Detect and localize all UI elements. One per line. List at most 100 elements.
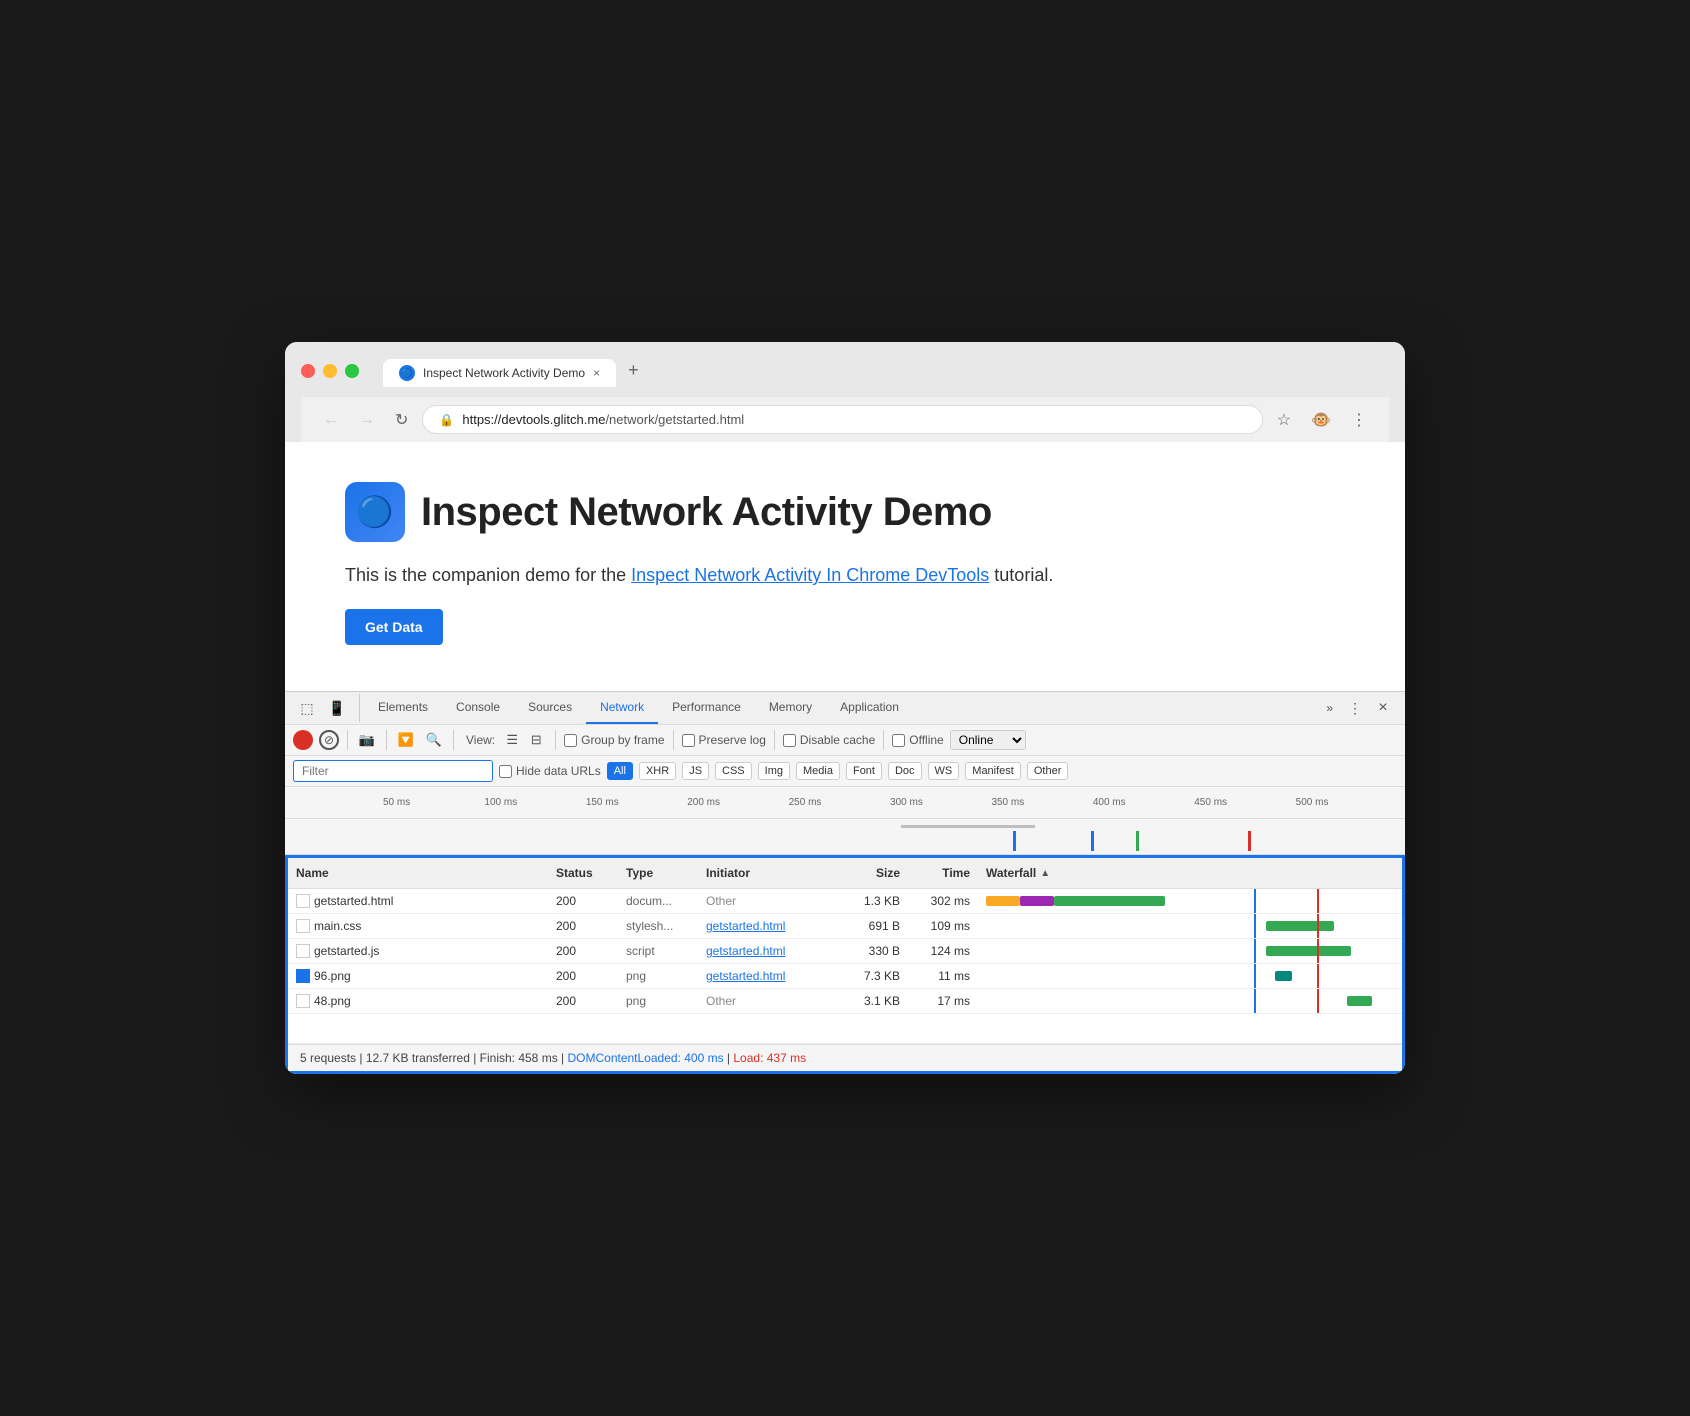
- devtools-close-button[interactable]: ×: [1369, 694, 1397, 722]
- throttle-select[interactable]: Online Fast 3G Slow 3G Offline: [950, 730, 1026, 750]
- clear-button[interactable]: ⊘: [319, 730, 339, 750]
- toolbar-separator-1: [347, 730, 348, 750]
- row-icon-png: [296, 994, 310, 1008]
- devtools-tab-performance[interactable]: Performance: [658, 692, 755, 724]
- table-row[interactable]: getstarted.js 200 script getstarted.html…: [288, 939, 1402, 964]
- devtools-tab-elements[interactable]: Elements: [364, 692, 442, 724]
- tab-title-text: Inspect Network Activity Demo: [423, 366, 585, 380]
- col-header-initiator[interactable]: Initiator: [698, 862, 838, 884]
- disable-cache-checkbox[interactable]: [783, 734, 796, 747]
- wf-bar-teal-3: [1275, 971, 1292, 981]
- offline-label[interactable]: Offline: [892, 733, 943, 747]
- bookmark-button[interactable]: ☆: [1271, 406, 1297, 434]
- traffic-light-yellow[interactable]: [323, 364, 337, 378]
- devtools-more-tabs-button[interactable]: »: [1318, 697, 1341, 719]
- list-view-button[interactable]: ☰: [501, 729, 523, 751]
- traffic-light-green[interactable]: [345, 364, 359, 378]
- back-button[interactable]: ←: [317, 407, 345, 433]
- network-table: Name Status Type Initiator Size Time Wat…: [288, 858, 1402, 1044]
- wf-line-red-2: [1317, 939, 1319, 963]
- row-waterfall-2: [978, 939, 1402, 963]
- table-row[interactable]: getstarted.html 200 docum... Other 1.3 K…: [288, 889, 1402, 914]
- filter-ws-button[interactable]: WS: [928, 762, 960, 780]
- row-type-3: png: [618, 965, 698, 987]
- col-header-waterfall[interactable]: Waterfall ▲: [978, 862, 1402, 884]
- devtools-tab-application[interactable]: Application: [826, 692, 913, 724]
- hide-data-urls-label[interactable]: Hide data URLs: [499, 764, 601, 778]
- filter-other-button[interactable]: Other: [1027, 762, 1069, 780]
- wf-line-blue-1: [1254, 914, 1256, 938]
- row-icon-js: [296, 944, 310, 958]
- filter-all-button[interactable]: All: [607, 762, 633, 780]
- device-toolbar-button[interactable]: 📱: [323, 694, 351, 722]
- table-row[interactable]: main.css 200 stylesh... getstarted.html …: [288, 914, 1402, 939]
- devtools-tab-memory[interactable]: Memory: [755, 692, 826, 724]
- table-row[interactable]: 96.png 200 png getstarted.html 7.3 KB 11…: [288, 964, 1402, 989]
- row-size-1: 691 B: [838, 915, 908, 937]
- devtools-tab-network[interactable]: Network: [586, 692, 658, 724]
- tab-close-button[interactable]: ×: [593, 366, 600, 380]
- preserve-log-label[interactable]: Preserve log: [682, 733, 766, 747]
- browser-tab-active[interactable]: 🔵 Inspect Network Activity Demo ×: [383, 359, 616, 387]
- toolbar-separator-2: [386, 730, 387, 750]
- traffic-lights: [301, 364, 359, 378]
- filter-toggle-button[interactable]: 🔽: [395, 729, 417, 751]
- profile-button[interactable]: 🐵: [1305, 406, 1337, 434]
- row-waterfall-4: [978, 989, 1402, 1013]
- wf-bar-orange: [986, 896, 1020, 906]
- devtools-settings-button[interactable]: ⋮: [1341, 694, 1369, 722]
- filter-css-button[interactable]: CSS: [715, 762, 752, 780]
- tab-favicon: 🔵: [399, 365, 415, 381]
- row-initiator-3[interactable]: getstarted.html: [698, 965, 838, 987]
- get-data-button[interactable]: Get Data: [345, 609, 443, 645]
- new-tab-button[interactable]: +: [616, 354, 651, 387]
- url-display: https://devtools.glitch.me/network/getst…: [462, 412, 1245, 427]
- timeline-ruler: 50 ms 100 ms 150 ms 200 ms 250 ms 300 ms…: [285, 787, 1405, 819]
- forward-button[interactable]: →: [353, 407, 381, 433]
- group-by-frame-checkbox[interactable]: [564, 734, 577, 747]
- timeline-label-400: 400 ms: [1093, 797, 1194, 808]
- inspect-element-button[interactable]: ⬚: [293, 694, 321, 722]
- filter-media-button[interactable]: Media: [796, 762, 840, 780]
- row-initiator-1[interactable]: getstarted.html: [698, 915, 838, 937]
- filter-img-button[interactable]: Img: [758, 762, 790, 780]
- filter-font-button[interactable]: Font: [846, 762, 882, 780]
- filter-xhr-button[interactable]: XHR: [639, 762, 676, 780]
- filter-manifest-button[interactable]: Manifest: [965, 762, 1021, 780]
- hide-data-urls-checkbox[interactable]: [499, 765, 512, 778]
- filter-doc-button[interactable]: Doc: [888, 762, 922, 780]
- subtitle-link[interactable]: Inspect Network Activity In Chrome DevTo…: [631, 565, 989, 585]
- wf-line-blue-2: [1254, 939, 1256, 963]
- devtools-tab-console[interactable]: Console: [442, 692, 514, 724]
- wf-bar-purple: [1020, 896, 1054, 906]
- col-header-status[interactable]: Status: [548, 862, 618, 884]
- row-name-main-css: main.css: [288, 915, 548, 937]
- url-domain: https://devtools.glitch.me: [462, 412, 605, 427]
- camera-button[interactable]: 📷: [356, 729, 378, 751]
- row-size-4: 3.1 KB: [838, 990, 908, 1012]
- offline-checkbox[interactable]: [892, 734, 905, 747]
- refresh-button[interactable]: ↻: [389, 406, 414, 434]
- preserve-log-checkbox[interactable]: [682, 734, 695, 747]
- disable-cache-label[interactable]: Disable cache: [783, 733, 875, 747]
- col-header-time[interactable]: Time: [908, 862, 978, 884]
- address-bar[interactable]: 🔒 https://devtools.glitch.me/network/get…: [422, 405, 1262, 434]
- filter-js-button[interactable]: JS: [682, 762, 709, 780]
- search-button[interactable]: 🔍: [423, 729, 445, 751]
- filter-input[interactable]: [293, 760, 493, 782]
- row-initiator-2[interactable]: getstarted.html: [698, 940, 838, 962]
- browser-menu-button[interactable]: ⋮: [1345, 406, 1373, 434]
- timeline-bar-gray: [901, 825, 1035, 828]
- col-header-size[interactable]: Size: [838, 862, 908, 884]
- traffic-light-red[interactable]: [301, 364, 315, 378]
- devtools-tab-sources[interactable]: Sources: [514, 692, 586, 724]
- group-by-frame-label[interactable]: Group by frame: [564, 733, 664, 747]
- network-status-bar: 5 requests | 12.7 KB transferred | Finis…: [288, 1044, 1402, 1071]
- row-initiator-0: Other: [698, 890, 838, 912]
- record-button[interactable]: [293, 730, 313, 750]
- col-header-name[interactable]: Name: [288, 862, 548, 884]
- large-rows-button[interactable]: ⊟: [525, 729, 547, 751]
- col-header-type[interactable]: Type: [618, 862, 698, 884]
- table-row[interactable]: 48.png 200 png Other 3.1 KB 17 ms: [288, 989, 1402, 1014]
- row-waterfall-0: [978, 889, 1402, 913]
